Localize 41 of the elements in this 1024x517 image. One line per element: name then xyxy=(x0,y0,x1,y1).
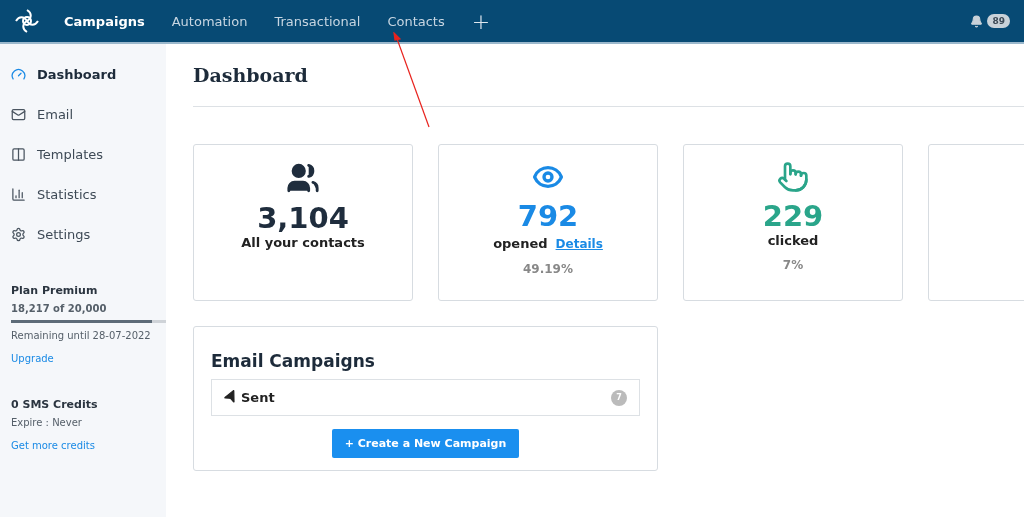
sms-title: 0 SMS Credits xyxy=(11,398,99,411)
sidebar-item[interactable]: Templates xyxy=(11,134,166,174)
sent-row[interactable]: Sent 7 xyxy=(211,379,640,416)
stat-value: 792 xyxy=(517,199,579,233)
notification-count: 89 xyxy=(987,14,1010,28)
add-tab[interactable]: + xyxy=(471,8,491,34)
page-title: Dashboard xyxy=(193,64,1024,107)
count-badge: 7 xyxy=(611,389,627,406)
details-link[interactable]: Details xyxy=(555,237,603,251)
nav-tab[interactable]: Automation xyxy=(171,13,248,29)
row-label: Sent xyxy=(241,390,276,405)
stat-label: All your contacts xyxy=(241,235,365,250)
plan-title: Plan Premium xyxy=(11,284,99,297)
sidebar-item[interactable]: Email xyxy=(11,94,166,134)
stat-label: opened xyxy=(493,236,548,251)
bell-icon[interactable] xyxy=(970,14,984,28)
plan-usage: 18,217 of 20,000 xyxy=(11,303,108,314)
upgrade-link[interactable]: Upgrade xyxy=(11,353,54,364)
credits-link[interactable]: Get more credits xyxy=(11,440,95,451)
sidebar-item[interactable]: Settings xyxy=(11,214,166,254)
sms-expire: Expire : Never xyxy=(11,417,83,428)
stat-label: clicked xyxy=(767,233,819,248)
columns-icon xyxy=(11,146,26,162)
sidebar-item[interactable]: Statistics xyxy=(11,174,166,214)
plan-remaining: Remaining until 28-07-2022 xyxy=(11,330,152,341)
envelope-icon xyxy=(11,106,26,122)
users-icon xyxy=(286,161,320,195)
nav-tab[interactable]: Campaigns xyxy=(64,13,145,29)
sidebar-item[interactable]: Dashboard xyxy=(11,54,166,94)
stat-percent: 49.19% xyxy=(523,262,573,276)
settings-icon xyxy=(11,226,26,242)
nav-tab[interactable]: Contacts xyxy=(387,13,445,29)
pointer-icon xyxy=(777,161,809,193)
logo-icon xyxy=(14,8,40,34)
bar-chart-icon xyxy=(11,186,26,202)
gauge-icon xyxy=(11,66,26,82)
stat-value: 229 xyxy=(762,199,824,233)
stat-value: 3,104 xyxy=(257,201,349,235)
panel-title: Email Campaigns xyxy=(211,351,376,371)
nav-tab[interactable]: Transactional xyxy=(274,13,361,29)
stat-percent: 7% xyxy=(782,258,804,272)
